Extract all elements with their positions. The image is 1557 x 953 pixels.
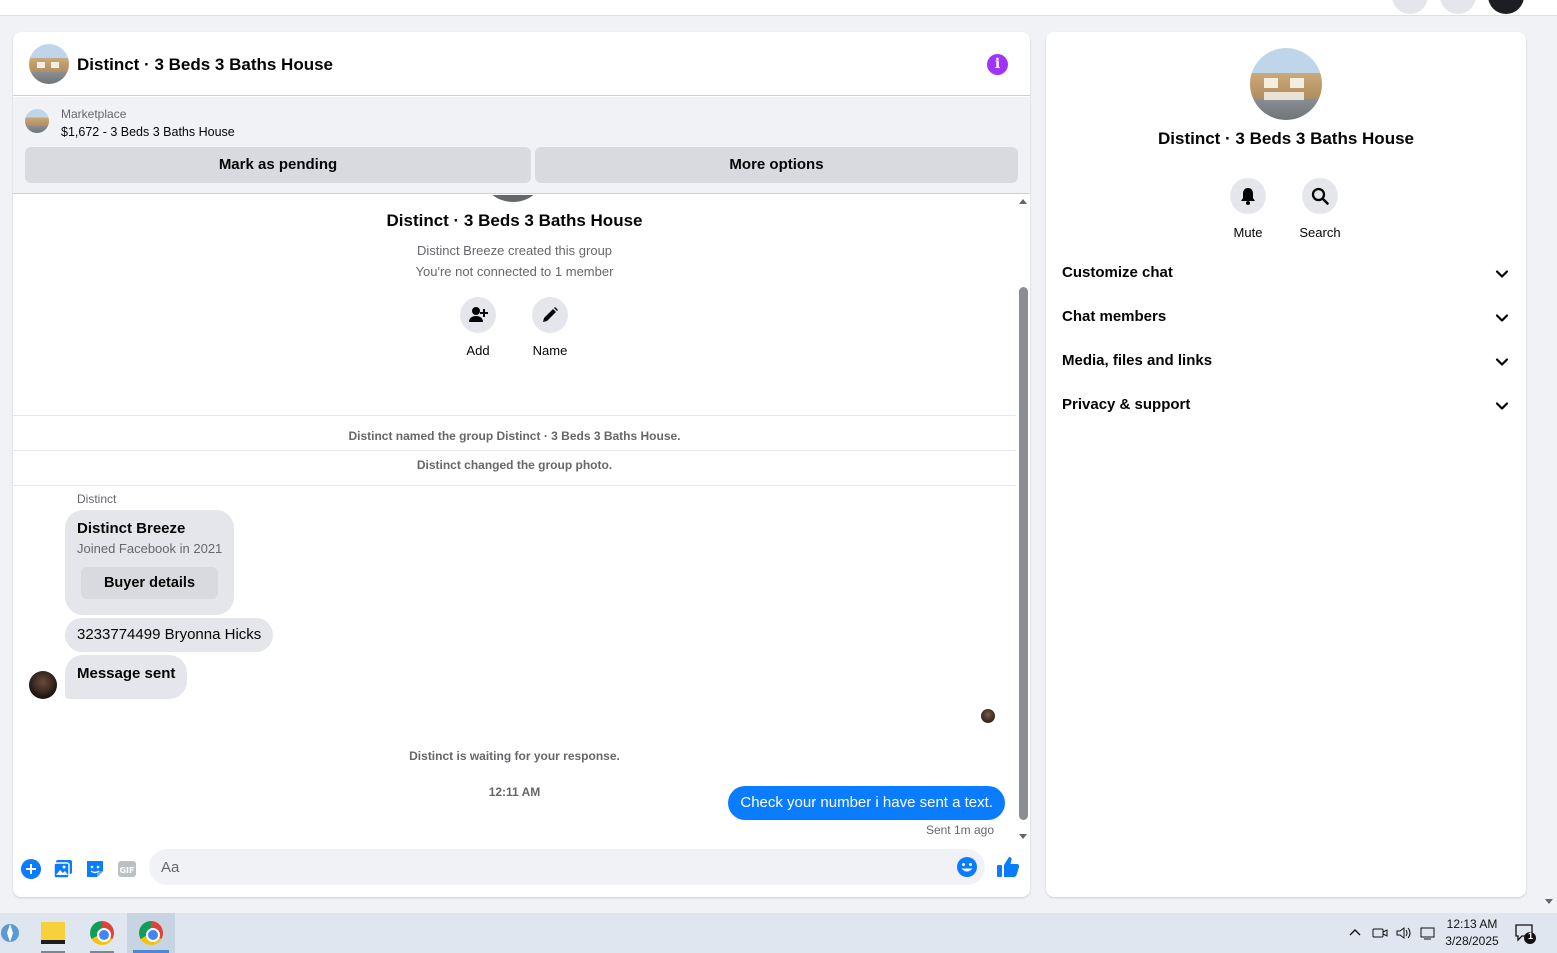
incoming-message[interactable]: Message sent bbox=[65, 655, 188, 699]
section-chat-members[interactable]: Chat members bbox=[1062, 296, 1510, 340]
chevron-up-icon bbox=[1349, 929, 1361, 936]
section-label: Customize chat bbox=[1062, 264, 1173, 281]
gif-icon[interactable]: GIF bbox=[116, 858, 138, 880]
scroll-down-arrow-icon[interactable] bbox=[1019, 834, 1027, 839]
chevron-down-icon bbox=[1495, 358, 1509, 366]
chevron-down-icon bbox=[1495, 402, 1509, 410]
buyer-details-button[interactable]: Buyer details bbox=[81, 567, 218, 599]
buyer-name: Distinct Breeze bbox=[77, 520, 186, 537]
outgoing-message[interactable]: Check your number i have sent a text. bbox=[728, 786, 1005, 820]
scroll-up-arrow-icon[interactable] bbox=[1019, 199, 1027, 204]
show-hidden-icons[interactable] bbox=[1348, 913, 1362, 953]
emoji-icon[interactable] bbox=[956, 856, 978, 878]
add-label: Add bbox=[466, 343, 490, 358]
divider bbox=[13, 415, 1016, 416]
thumbs-up-icon[interactable] bbox=[996, 855, 1020, 879]
group-created-text: Distinct Breeze created this group bbox=[416, 243, 613, 258]
system-clock[interactable]: 12:13 AM 3/28/2025 bbox=[1438, 916, 1506, 950]
group-photo[interactable] bbox=[1250, 48, 1322, 120]
mark-as-pending-button[interactable]: Mark as pending bbox=[25, 147, 531, 183]
pencil-icon bbox=[532, 297, 568, 333]
network-icon[interactable] bbox=[1419, 913, 1437, 953]
system-message: Distinct changed the group photo. bbox=[416, 458, 613, 472]
pinwheel-icon bbox=[1, 924, 19, 942]
taskbar: 12:13 AM 3/28/2025 1 bbox=[0, 913, 1557, 953]
section-label: Chat members bbox=[1062, 308, 1167, 325]
listing-thumbnail[interactable] bbox=[25, 109, 49, 133]
panel-title: Distinct · 3 Beds 3 Baths House bbox=[1157, 129, 1414, 148]
plus-icon[interactable] bbox=[20, 858, 42, 880]
photo-icon[interactable] bbox=[52, 858, 74, 880]
volume-icon[interactable] bbox=[1395, 913, 1413, 953]
system-message: Distinct named the group Distinct · 3 Be… bbox=[348, 429, 681, 443]
chrome-profile-button[interactable] bbox=[127, 913, 175, 953]
messenger-button[interactable] bbox=[1440, 0, 1476, 14]
search-icon bbox=[1302, 178, 1338, 214]
search-button[interactable]: Search bbox=[1285, 178, 1355, 240]
section-label: Privacy & support bbox=[1062, 396, 1191, 413]
section-privacy-support[interactable]: Privacy & support bbox=[1062, 384, 1510, 428]
listing-title[interactable]: $1,672 - 3 Beds 3 Baths House bbox=[61, 125, 235, 139]
sticker-icon[interactable] bbox=[84, 858, 106, 880]
add-member-button[interactable]: Add bbox=[448, 297, 508, 358]
chat-scrollbar[interactable] bbox=[1016, 195, 1030, 845]
name-group-button[interactable]: Name bbox=[520, 297, 580, 358]
profile-avatar-button[interactable] bbox=[1488, 0, 1524, 14]
waiting-notice: Distinct is waiting for your response. bbox=[409, 749, 620, 763]
notification-center-button[interactable]: 1 bbox=[1513, 921, 1537, 945]
section-media-files-links[interactable]: Media, files and links bbox=[1062, 340, 1510, 384]
bell-icon bbox=[1230, 178, 1266, 214]
clock-time: 12:13 AM bbox=[1446, 917, 1498, 931]
sender-avatar[interactable] bbox=[29, 671, 57, 699]
notification-count: 1 bbox=[1527, 931, 1533, 941]
buyer-card: Distinct Breeze Joined Facebook in 2021 … bbox=[65, 510, 234, 615]
clock-date: 3/28/2025 bbox=[1445, 934, 1499, 948]
seen-avatar bbox=[981, 709, 995, 723]
scrollbar-thumb[interactable] bbox=[1019, 287, 1028, 820]
divider bbox=[13, 450, 1016, 451]
top-navigation-bar bbox=[0, 0, 1557, 16]
meet-now-icon[interactable] bbox=[1372, 913, 1388, 953]
message-input[interactable] bbox=[149, 849, 985, 885]
add-person-icon bbox=[460, 297, 496, 333]
sender-name: Distinct bbox=[77, 492, 117, 506]
svg-text:GIF: GIF bbox=[119, 866, 134, 875]
menu-button[interactable] bbox=[1392, 0, 1428, 14]
mute-label: Mute bbox=[1233, 225, 1263, 240]
sent-status: Sent 1m ago bbox=[925, 823, 994, 837]
sticky-notes-icon bbox=[41, 922, 65, 944]
sticky-notes-button[interactable] bbox=[29, 913, 77, 953]
chevron-down-icon bbox=[1495, 270, 1509, 278]
chat-window: Distinct · 3 Beds 3 Baths House i Market… bbox=[13, 32, 1030, 897]
chat-info-panel: Distinct · 3 Beds 3 Baths House Mute Sea… bbox=[1046, 32, 1526, 897]
search-label: Search bbox=[1299, 225, 1341, 240]
chrome-button[interactable] bbox=[78, 913, 126, 953]
incoming-message[interactable]: 3233774499 Bryonna Hicks bbox=[65, 618, 274, 652]
divider bbox=[13, 485, 1016, 486]
chat-header: Distinct · 3 Beds 3 Baths House i bbox=[13, 32, 1030, 96]
page-scrollbar[interactable] bbox=[1541, 0, 1557, 913]
message-stream: Distinct · 3 Beds 3 Baths House Distinct… bbox=[13, 195, 1016, 845]
chrome-icon bbox=[139, 921, 163, 945]
scroll-down-arrow-icon[interactable] bbox=[1545, 899, 1553, 904]
mute-button[interactable]: Mute bbox=[1213, 178, 1283, 240]
section-customize-chat[interactable]: Customize chat bbox=[1062, 252, 1510, 296]
group-connection-text: You're not connected to 1 member bbox=[415, 264, 614, 279]
chat-title[interactable]: Distinct · 3 Beds 3 Baths House bbox=[77, 55, 333, 75]
group-large-avatar bbox=[483, 195, 543, 202]
buyer-joined: Joined Facebook in 2021 bbox=[77, 541, 223, 556]
more-options-button[interactable]: More options bbox=[535, 147, 1018, 183]
chevron-down-icon bbox=[1495, 314, 1509, 322]
marketplace-banner: Marketplace $1,672 - 3 Beds 3 Baths Hous… bbox=[13, 97, 1030, 194]
section-label: Media, files and links bbox=[1062, 352, 1213, 369]
chrome-icon bbox=[90, 921, 114, 945]
marketplace-label: Marketplace bbox=[61, 107, 127, 121]
info-icon[interactable]: i bbox=[987, 54, 1008, 75]
group-avatar[interactable] bbox=[29, 44, 69, 84]
group-title: Distinct · 3 Beds 3 Baths House bbox=[386, 211, 643, 230]
name-label: Name bbox=[532, 343, 568, 358]
message-composer: GIF bbox=[13, 845, 1030, 897]
